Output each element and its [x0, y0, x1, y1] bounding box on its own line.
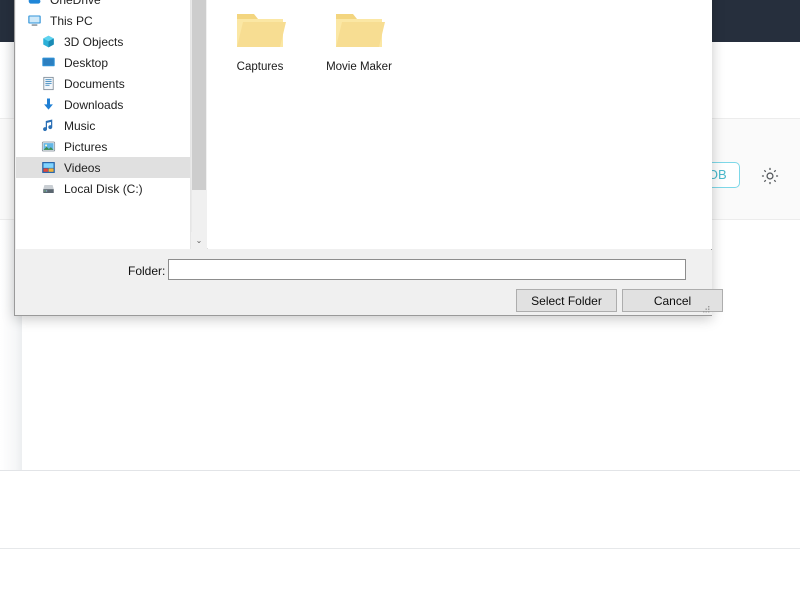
folder-name: Movie Maker [326, 61, 392, 73]
nav-item-label: Pictures [64, 139, 108, 154]
folder-picker-dialog: Quick accessOneDriveThis PC3D ObjectsDes… [14, 0, 723, 316]
dialog-main-area: Quick accessOneDriveThis PC3D ObjectsDes… [16, 0, 712, 249]
nav-item-label: Documents [64, 76, 125, 91]
nav-item-videos[interactable]: Videos [16, 157, 190, 178]
nav-item-label: OneDrive [50, 0, 101, 7]
nav-item-label: Downloads [64, 97, 124, 112]
video-icon [40, 160, 56, 176]
app-footer: Install Desktop Version Convert [0, 548, 800, 608]
gear-icon[interactable] [757, 163, 783, 189]
nav-item-label: Music [64, 118, 96, 133]
folder-tile[interactable]: Captures [214, 8, 306, 73]
disk-icon [40, 181, 56, 197]
format-selection-bar: MP4MOVMKVAVIM4VFLVWMVWEBMVOBMPG3GPGIFYou… [0, 470, 800, 548]
nav-item-label: This PC [50, 13, 93, 28]
folder-name: Captures [236, 61, 284, 73]
desktop-icon [40, 55, 56, 71]
nav-item-documents[interactable]: Documents [16, 73, 190, 94]
folder-content-pane[interactable]: Captures Movie Maker [208, 0, 712, 249]
note-icon [40, 118, 56, 134]
nav-item-label: Desktop [64, 55, 109, 70]
folder-icon [234, 14, 286, 56]
scroll-down-icon[interactable]: ⌄ [191, 232, 207, 249]
nav-item-label: Videos [64, 160, 101, 175]
cloud-icon [26, 0, 42, 8]
nav-scrollbar-thumb[interactable] [192, 0, 206, 190]
nav-item-this-pc[interactable]: This PC [16, 10, 190, 31]
nav-item-label: Local Disk (C:) [64, 181, 143, 196]
folder-field-label: Folder: [128, 264, 166, 278]
picture-icon [40, 139, 56, 155]
select-folder-button[interactable]: Select Folder [516, 289, 617, 312]
nav-item-music[interactable]: Music [16, 115, 190, 136]
download-arrow-icon [40, 97, 56, 113]
nav-item-onedrive[interactable]: OneDrive [16, 0, 190, 10]
document-icon [40, 76, 56, 92]
monitor-icon [26, 13, 42, 29]
navigation-pane[interactable]: Quick accessOneDriveThis PC3D ObjectsDes… [16, 0, 191, 249]
nav-item-desktop[interactable]: Desktop [16, 52, 190, 73]
folder-icon [333, 14, 385, 56]
cube-icon [40, 34, 56, 50]
dialog-resize-grip[interactable] [701, 302, 711, 313]
nav-item-3d-objects[interactable]: 3D Objects [16, 31, 190, 52]
folder-tile[interactable]: Movie Maker [313, 8, 405, 73]
nav-item-downloads[interactable]: Downloads [16, 94, 190, 115]
nav-item-label: 3D Objects [64, 34, 124, 49]
nav-item-local-disk-c[interactable]: Local Disk (C:) [16, 178, 190, 199]
nav-item-pictures[interactable]: Pictures [16, 136, 190, 157]
app-root: VOB MP4MOVMKVAVIM4VFLVWMVWEBMVOBMPG3GPGI… [0, 0, 800, 608]
folder-path-input[interactable] [168, 259, 686, 280]
dialog-bottom-bar: Folder: Select Folder Cancel [16, 250, 723, 315]
